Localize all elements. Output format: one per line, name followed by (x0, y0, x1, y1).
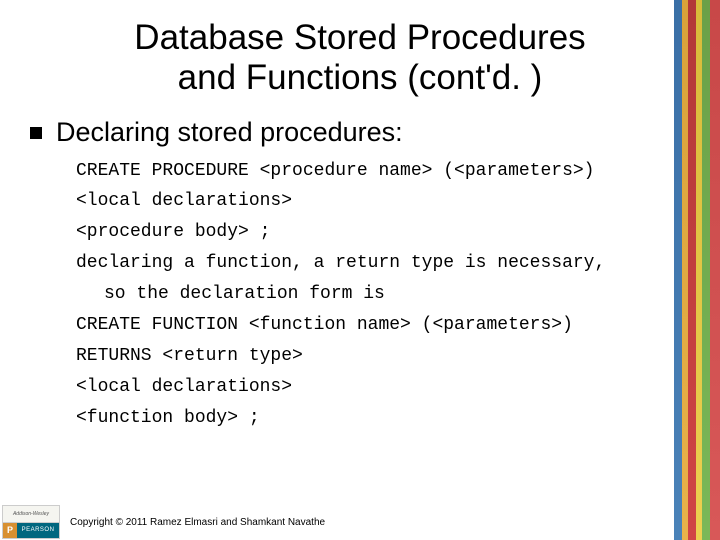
code-line: CREATE PROCEDURE <procedure name> (<para… (76, 158, 690, 186)
title-line-1: Database Stored Procedures (134, 18, 585, 57)
decorative-stripes (674, 0, 720, 540)
title-line-2: and Functions (cont'd. ) (178, 58, 543, 97)
publisher-logo: Addison-Wesley P PEARSON (2, 505, 60, 539)
code-line: CREATE FUNCTION <function name> (<parame… (76, 312, 690, 340)
copyright-text: Copyright © 2011 Ramez Elmasri and Shamk… (70, 517, 325, 528)
code-line: declaring a function, a return type is n… (76, 250, 690, 278)
code-block: CREATE PROCEDURE <procedure name> (<para… (30, 158, 690, 433)
code-line: <procedure body> ; (76, 219, 690, 247)
slide-content: Declaring stored procedures: CREATE PROC… (0, 107, 720, 433)
code-line: <local declarations> (76, 188, 690, 216)
square-bullet-icon (30, 127, 42, 139)
code-line: <local declarations> (76, 374, 690, 402)
code-line: so the declaration form is (76, 281, 690, 309)
logo-top-text: Addison-Wesley (3, 506, 59, 523)
code-line: RETURNS <return type> (76, 343, 690, 371)
logo-p-icon: P (3, 523, 17, 539)
code-line: <function body> ; (76, 405, 690, 433)
bullet-text: Declaring stored procedures: (56, 117, 403, 148)
slide-footer: Addison-Wesley P PEARSON Copyright © 201… (0, 504, 720, 540)
slide-title: Database Stored Procedures and Functions… (0, 0, 720, 107)
bullet-item: Declaring stored procedures: (30, 117, 690, 148)
logo-brand: PEARSON (17, 523, 59, 539)
